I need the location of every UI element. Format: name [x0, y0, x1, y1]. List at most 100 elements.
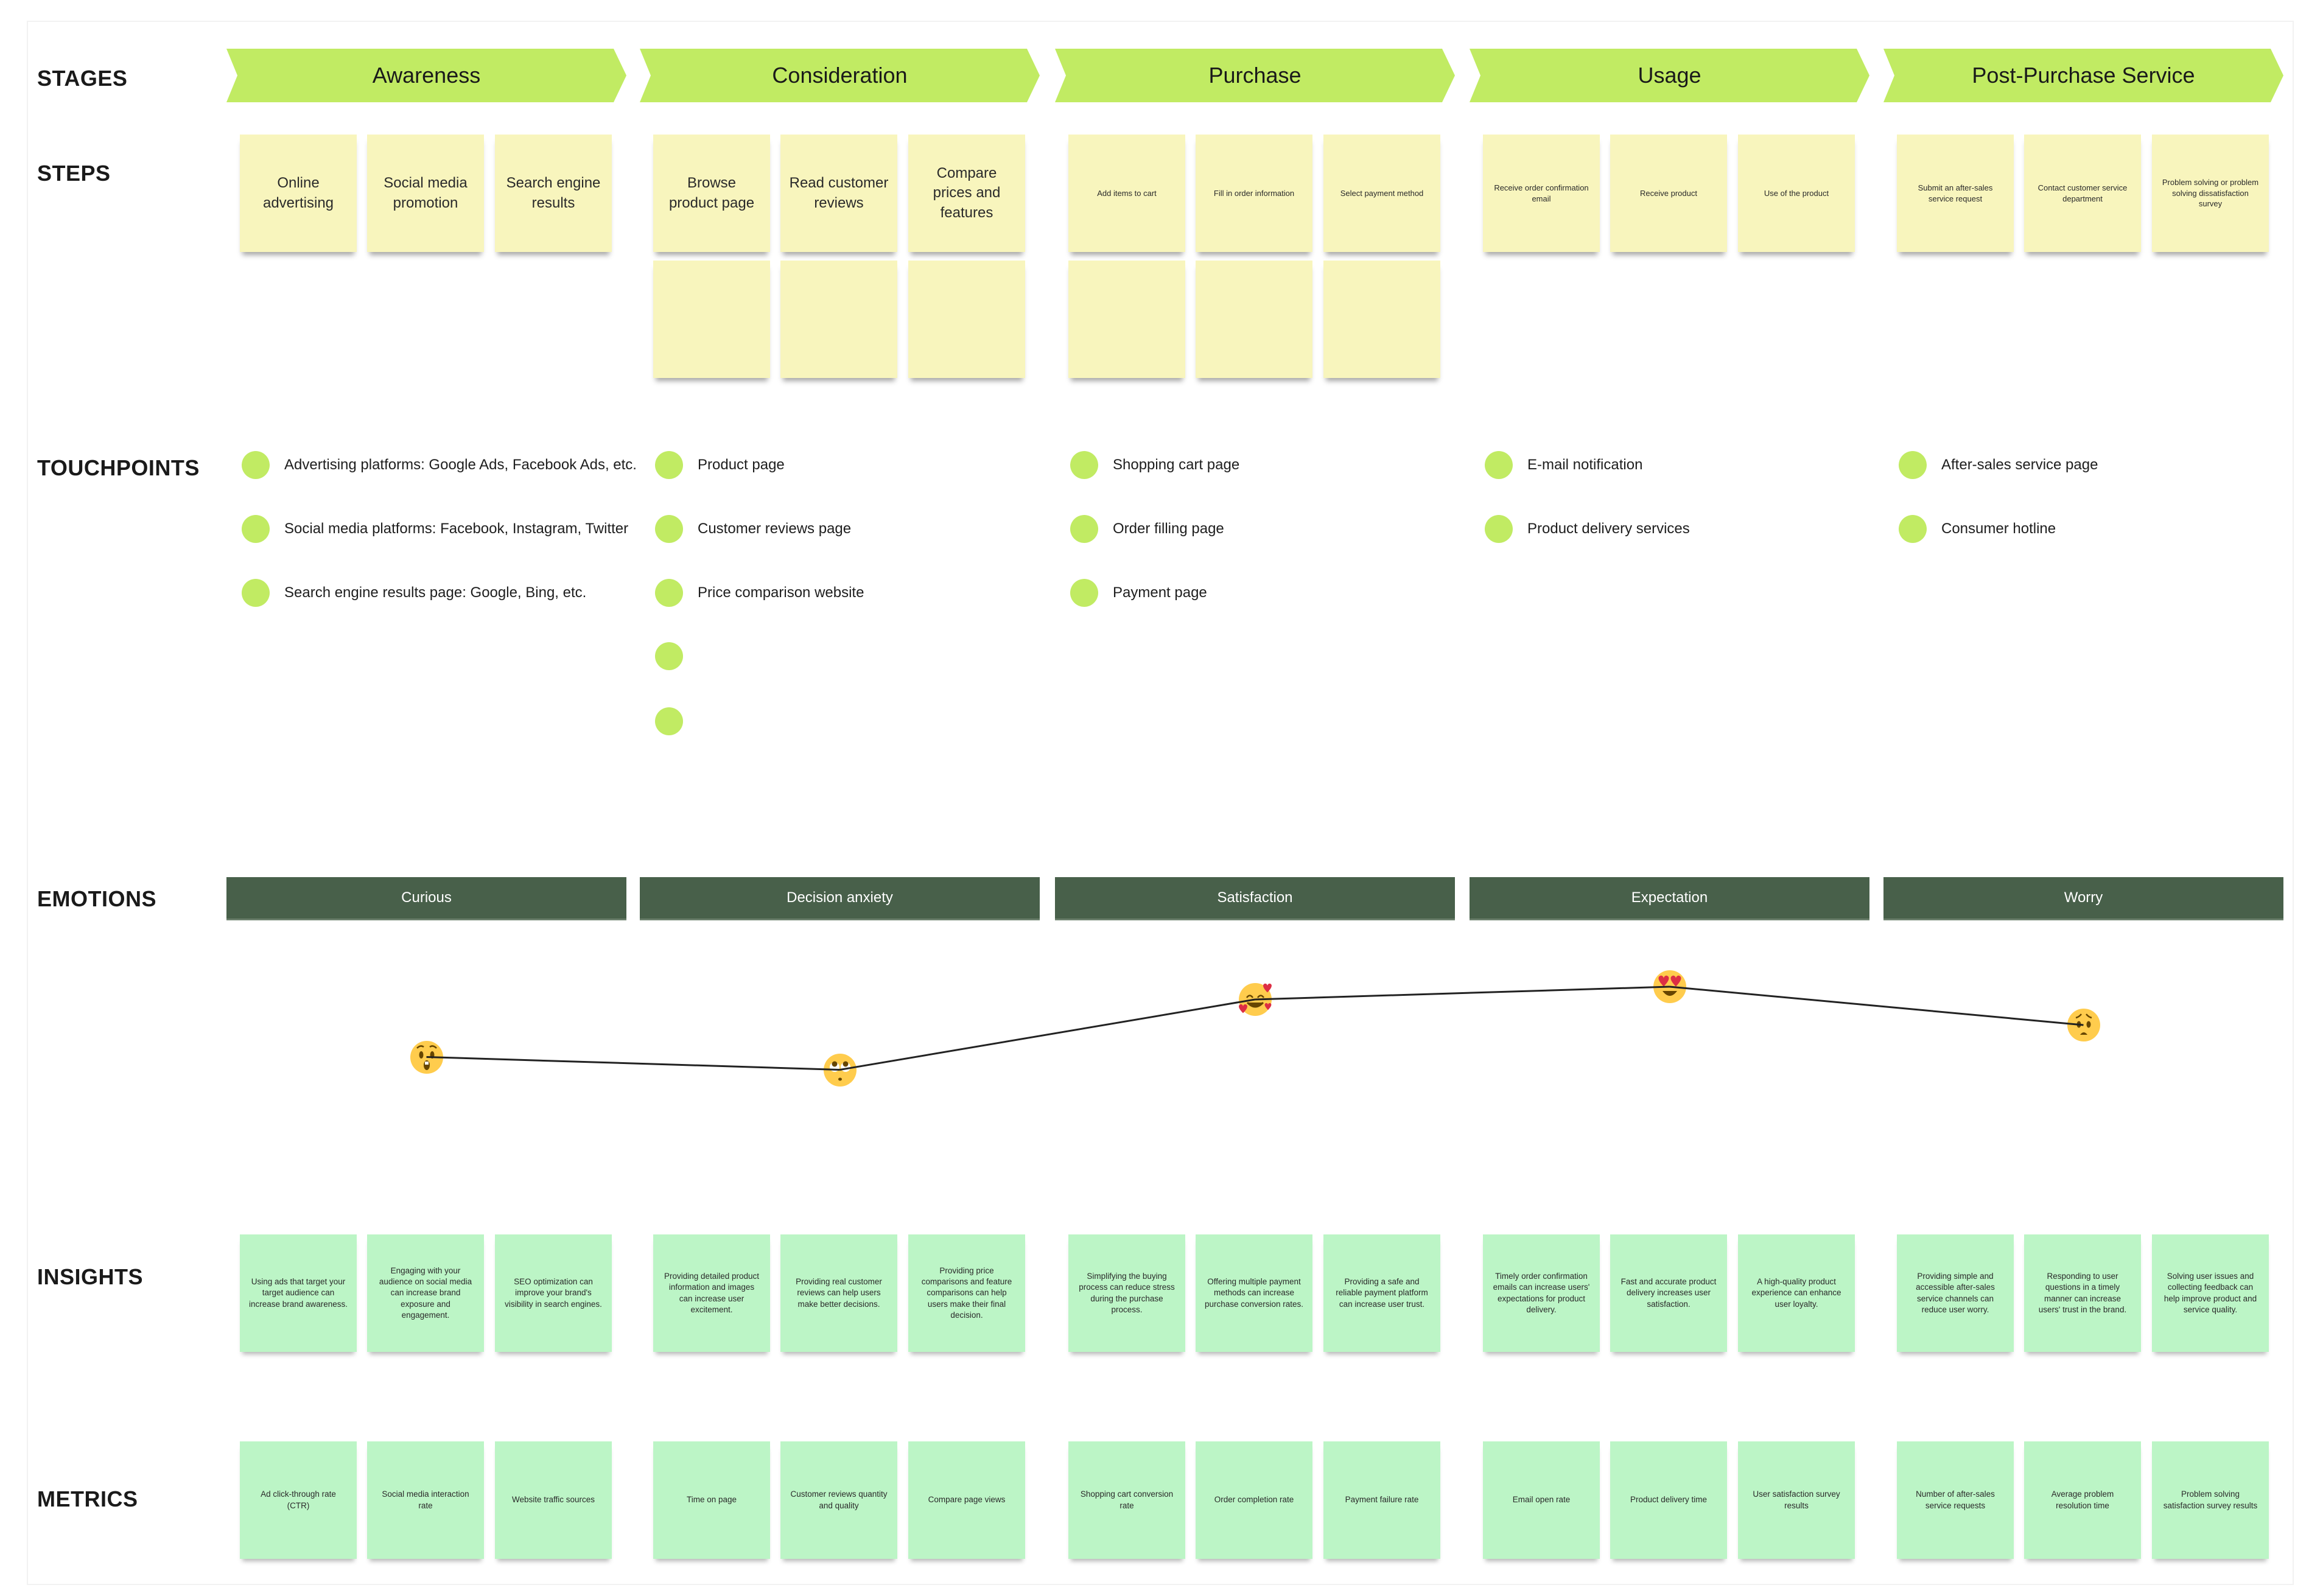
empty-step-sticky[interactable] — [653, 261, 770, 378]
touchpoint-item: Payment page — [1070, 579, 1207, 607]
touchpoint-item: Shopping cart page — [1070, 451, 1239, 479]
row-label-metrics: METRICS — [37, 1486, 138, 1511]
metric-sticky[interactable]: Average problem resolution time — [2024, 1441, 2141, 1559]
touchpoint-item: Order filling page — [1070, 515, 1224, 543]
stage-purchase[interactable]: Purchase — [1055, 49, 1455, 102]
touchpoint-label: Advertising platforms: Google Ads, Faceb… — [284, 457, 637, 473]
metric-sticky[interactable]: Website traffic sources — [495, 1441, 612, 1559]
insight-sticky[interactable]: Engaging with your audience on social me… — [367, 1234, 484, 1352]
stage-label: Purchase — [1208, 63, 1302, 88]
step-sticky[interactable]: Compare prices and features — [908, 135, 1025, 252]
step-sticky[interactable]: Browse product page — [653, 135, 770, 252]
step-sticky[interactable]: Use of the product — [1738, 135, 1855, 252]
metric-sticky[interactable]: Customer reviews quantity and quality — [780, 1441, 897, 1559]
touchpoint-dot-icon — [655, 579, 683, 607]
touchpoint-dot-icon — [1070, 579, 1098, 607]
metric-sticky[interactable]: Problem solving satisfaction survey resu… — [2152, 1441, 2269, 1559]
step-sticky[interactable]: Online advertising — [240, 135, 357, 252]
step-sticky[interactable]: Social media promotion — [367, 135, 484, 252]
astonished-face-icon — [409, 1040, 444, 1075]
stage-label: Consideration — [772, 63, 908, 88]
touchpoint-label: After-sales service page — [1941, 457, 2098, 473]
metric-sticky[interactable]: Time on page — [653, 1441, 770, 1559]
touchpoint-item: Search engine results page: Google, Bing… — [242, 579, 586, 607]
step-sticky[interactable]: Receive order confirmation email — [1483, 135, 1600, 252]
metric-sticky[interactable]: Ad click-through rate (CTR) — [240, 1441, 357, 1559]
worried-face-icon — [2066, 1007, 2101, 1043]
touchpoint-label: Consumer hotline — [1941, 520, 2056, 537]
step-sticky[interactable]: Search engine results — [495, 135, 612, 252]
insight-sticky[interactable]: Using ads that target your target audien… — [240, 1234, 357, 1352]
touchpoint-label: E-mail notification — [1527, 457, 1643, 473]
heart-eyes-face-icon — [1652, 969, 1687, 1004]
empty-step-sticky[interactable] — [1323, 261, 1440, 378]
insight-sticky[interactable]: Providing a safe and reliable payment pl… — [1323, 1234, 1440, 1352]
insight-sticky[interactable]: A high-quality product experience can en… — [1738, 1234, 1855, 1352]
step-sticky[interactable]: Submit an after-sales service request — [1897, 135, 2014, 252]
insight-sticky[interactable]: Offering multiple payment methods can in… — [1196, 1234, 1312, 1352]
touchpoint-item: After-sales service page — [1899, 451, 2098, 479]
touchpoint-dot-icon — [655, 707, 683, 735]
metric-sticky[interactable]: Compare page views — [908, 1441, 1025, 1559]
stage-usage[interactable]: Usage — [1470, 49, 1869, 102]
touchpoint-dot-icon — [655, 515, 683, 543]
row-label-insights: INSIGHTS — [37, 1264, 144, 1289]
row-label-steps: STEPS — [37, 161, 111, 186]
metric-sticky[interactable]: Email open rate — [1483, 1441, 1600, 1559]
touchpoint-dot-icon — [1070, 515, 1098, 543]
emotion-bar-usage: Expectation — [1470, 877, 1869, 920]
empty-step-sticky[interactable] — [1196, 261, 1312, 378]
empty-step-sticky[interactable] — [780, 261, 897, 378]
step-sticky[interactable]: Contact customer service department — [2024, 135, 2141, 252]
emotion-bar-awareness: Curious — [226, 877, 626, 920]
stage-label: Usage — [1638, 63, 1701, 88]
touchpoint-item: Advertising platforms: Google Ads, Faceb… — [242, 451, 637, 479]
touchpoint-dot-icon — [655, 642, 683, 670]
touchpoint-dot-icon — [1485, 515, 1513, 543]
step-sticky[interactable]: Read customer reviews — [780, 135, 897, 252]
touchpoint-item: Customer reviews page — [655, 515, 851, 543]
step-sticky[interactable]: Receive product — [1610, 135, 1727, 252]
stage-post-purchase-service[interactable]: Post-Purchase Service — [1883, 49, 2283, 102]
metric-sticky[interactable]: Number of after-sales service requests — [1897, 1441, 2014, 1559]
insight-sticky[interactable]: Responding to user questions in a timely… — [2024, 1234, 2141, 1352]
metric-sticky[interactable]: User satisfaction survey results — [1738, 1441, 1855, 1559]
row-label-emotions: EMOTIONS — [37, 886, 157, 911]
insight-sticky[interactable]: Providing price comparisons and feature … — [908, 1234, 1025, 1352]
insight-sticky[interactable]: Providing detailed product information a… — [653, 1234, 770, 1352]
step-sticky[interactable]: Fill in order information — [1196, 135, 1312, 252]
metric-sticky[interactable]: Shopping cart conversion rate — [1068, 1441, 1185, 1559]
row-label-stages: STAGES — [37, 66, 128, 91]
stage-consideration[interactable]: Consideration — [640, 49, 1040, 102]
touchpoint-label: Price comparison website — [698, 584, 864, 601]
touchpoint-label: Search engine results page: Google, Bing… — [284, 584, 587, 601]
touchpoint-item: E-mail notification — [1485, 451, 1642, 479]
empty-step-sticky[interactable] — [1068, 261, 1185, 378]
insight-sticky[interactable]: Providing simple and accessible after-sa… — [1897, 1234, 2014, 1352]
metric-sticky[interactable]: Social media interaction rate — [367, 1441, 484, 1559]
insight-sticky[interactable]: Providing real customer reviews can help… — [780, 1234, 897, 1352]
touchpoint-item: Social media platforms: Facebook, Instag… — [242, 515, 628, 543]
touchpoint-dot-icon — [1899, 515, 1927, 543]
step-sticky[interactable]: Problem solving or problem solving dissa… — [2152, 135, 2269, 252]
touchpoint-item — [655, 642, 683, 670]
insight-sticky[interactable]: Fast and accurate product delivery incre… — [1610, 1234, 1727, 1352]
emotion-bar-consideration: Decision anxiety — [640, 877, 1040, 920]
row-label-touchpoints: TOUCHPOINTS — [37, 455, 200, 480]
step-sticky[interactable]: Add items to cart — [1068, 135, 1185, 252]
insight-sticky[interactable]: Timely order confirmation emails can inc… — [1483, 1234, 1600, 1352]
insight-sticky[interactable]: Solving user issues and collecting feedb… — [2152, 1234, 2269, 1352]
touchpoint-label: Payment page — [1113, 584, 1207, 601]
touchpoint-dot-icon — [655, 451, 683, 479]
metric-sticky[interactable]: Payment failure rate — [1323, 1441, 1440, 1559]
touchpoint-label: Customer reviews page — [698, 520, 852, 537]
smiling-face-with-hearts-icon — [1238, 982, 1273, 1017]
insight-sticky[interactable]: Simplifying the buying process can reduc… — [1068, 1234, 1185, 1352]
touchpoint-item: Product delivery services — [1485, 515, 1690, 543]
metric-sticky[interactable]: Order completion rate — [1196, 1441, 1312, 1559]
step-sticky[interactable]: Select payment method — [1323, 135, 1440, 252]
empty-step-sticky[interactable] — [908, 261, 1025, 378]
metric-sticky[interactable]: Product delivery time — [1610, 1441, 1727, 1559]
stage-awareness[interactable]: Awareness — [226, 49, 626, 102]
insight-sticky[interactable]: SEO optimization can improve your brand'… — [495, 1234, 612, 1352]
